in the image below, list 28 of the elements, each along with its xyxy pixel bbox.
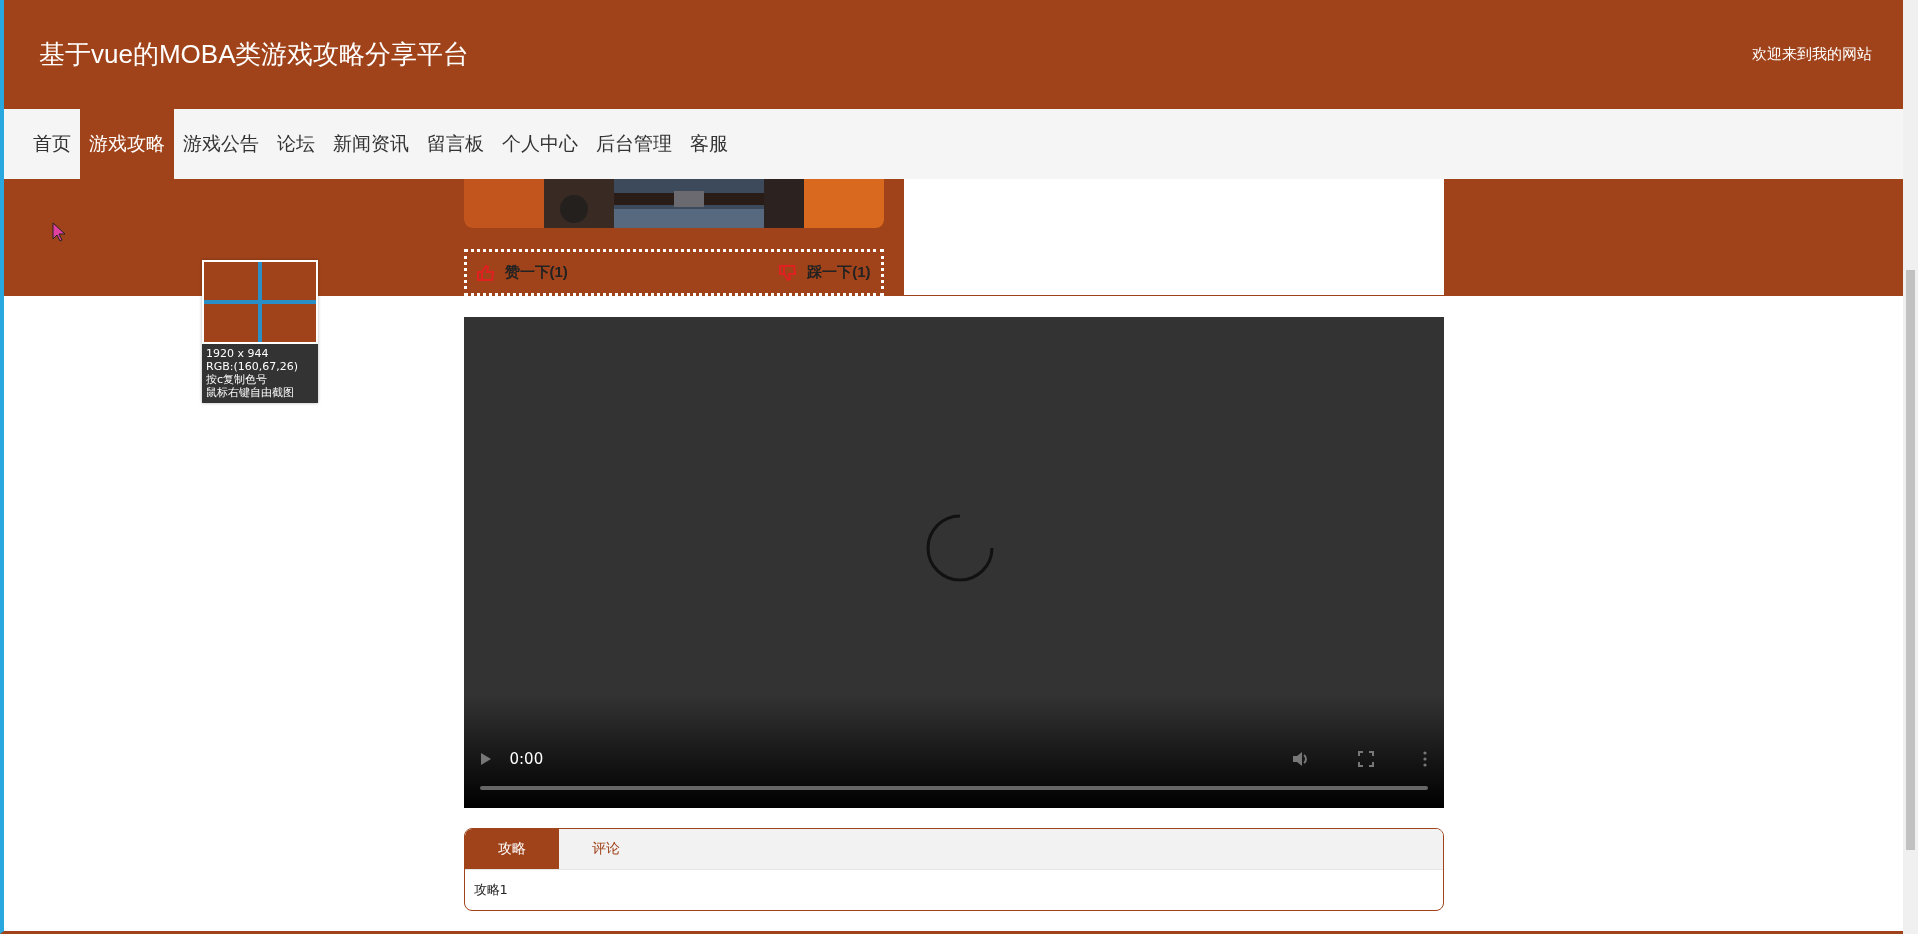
play-icon[interactable] [479, 752, 492, 766]
welcome-text: 欢迎来到我的网站 [1752, 45, 1872, 64]
progress-track[interactable] [479, 786, 1428, 790]
nav-item[interactable]: 首页 [24, 109, 80, 179]
picker-info-text: 1920 x 944 [205, 347, 270, 360]
thumbs-up-icon [476, 264, 495, 281]
picker-info-text: 按c复制色号 [205, 373, 269, 386]
cursor-icon [52, 222, 66, 242]
nav-item[interactable]: 新闻资讯 [324, 109, 418, 179]
nav-item[interactable]: 个人中心 [493, 109, 587, 179]
fullscreen-icon[interactable] [1357, 751, 1374, 767]
scrollbar-thumb[interactable] [1906, 270, 1915, 850]
video-time: 0:00 [509, 750, 545, 768]
nav-item[interactable]: 游戏攻略 [80, 109, 174, 179]
tab[interactable]: 攻略 [464, 829, 559, 869]
site-title: 基于vue的MOBA类游戏攻略分享平台 [39, 38, 470, 71]
picker-info-text: 鼠标右键自由截图 [205, 386, 295, 399]
tab-content-text: 攻略1 [472, 881, 509, 899]
nav-item[interactable]: 留言板 [418, 109, 493, 179]
volume-icon[interactable] [1291, 751, 1310, 767]
more-options-icon[interactable] [1421, 751, 1428, 767]
nav-item[interactable]: 游戏公告 [174, 109, 268, 179]
nav-item[interactable]: 客服 [681, 109, 737, 179]
nav-item[interactable]: 后台管理 [587, 109, 681, 179]
nav-item[interactable]: 论坛 [268, 109, 324, 179]
picker-info-text: RGB:(160,67,26) [205, 360, 299, 373]
thumbs-down-icon [779, 264, 798, 281]
tab[interactable]: 评论 [558, 829, 653, 869]
